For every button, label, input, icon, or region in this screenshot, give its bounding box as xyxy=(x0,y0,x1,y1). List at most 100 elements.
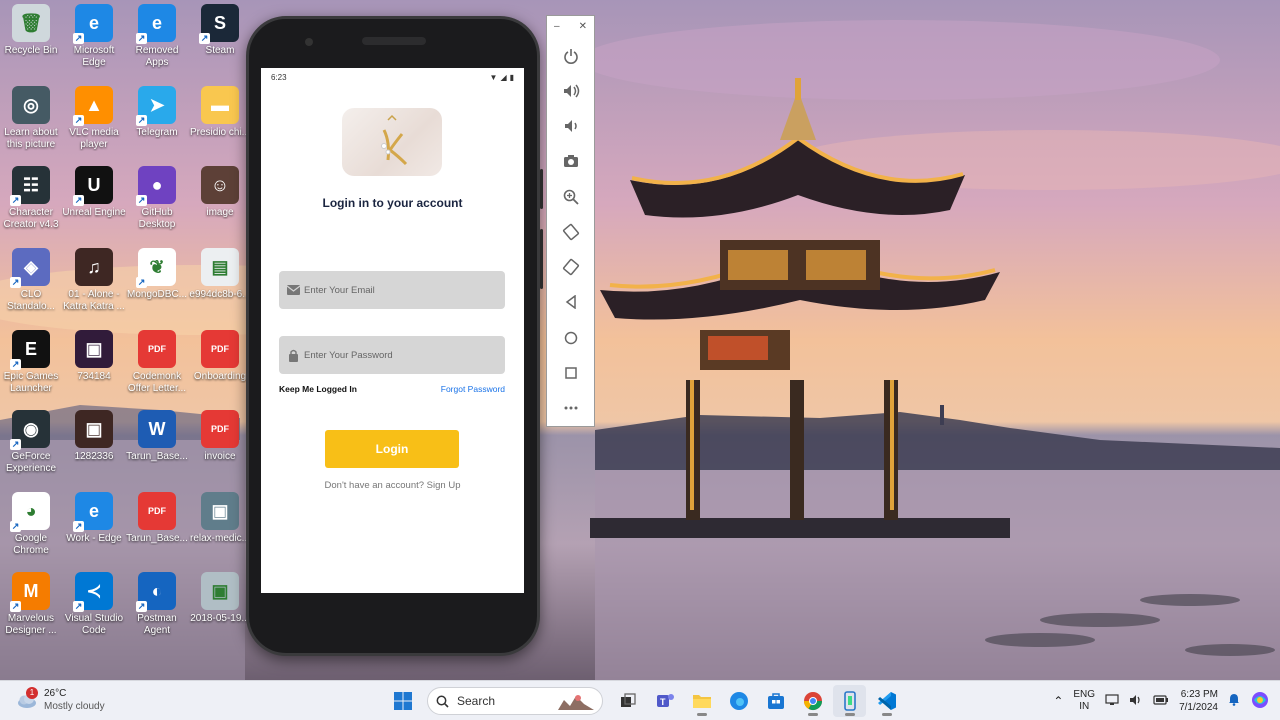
close-button[interactable]: ✕ xyxy=(579,21,587,32)
zoom-button[interactable] xyxy=(556,179,586,214)
network-icon[interactable] xyxy=(1105,693,1119,709)
chrome-button[interactable] xyxy=(796,685,829,717)
desktop-icon-label: Recycle Bin xyxy=(4,45,58,56)
desktop-icon[interactable]: ▬ Presidio chi... xyxy=(189,86,251,139)
desktop-icon[interactable]: PDF Codemonk Offer Letter... xyxy=(126,330,188,395)
desktop-icon[interactable]: ◉ ↗ GeForce Experience xyxy=(0,410,62,475)
desktop-icon[interactable]: ▤ e994dc8b-6... xyxy=(189,248,251,301)
wifi-icon: ▼ xyxy=(489,72,498,82)
desktop-icon[interactable]: PDF Tarun_Base... xyxy=(126,492,188,545)
desktop-icon[interactable]: ≺ ↗ Visual Studio Code xyxy=(63,572,125,637)
app-icon: 🗑 xyxy=(12,4,50,42)
signup-link[interactable]: Don't have an account? Sign Up xyxy=(261,480,524,491)
language-indicator[interactable]: ENG IN xyxy=(1073,689,1095,713)
forgot-password-link[interactable]: Forgot Password xyxy=(441,384,505,394)
desktop-icon[interactable]: PDF invoice xyxy=(189,410,251,463)
windows-taskbar: 1 26°C Mostly cloudy Search T ⌃ ENG IN 6… xyxy=(0,680,1280,720)
app-icon: ☷ ↗ xyxy=(10,166,50,206)
battery-tray-icon[interactable] xyxy=(1153,694,1169,708)
rotate-right-button[interactable] xyxy=(556,250,586,285)
desktop-icon-label: Unreal Engine xyxy=(62,207,126,218)
desktop-icon[interactable]: ♫ 01 - Alone - Katra Katra ... xyxy=(63,248,125,313)
desktop-icon-label: Telegram xyxy=(136,127,178,138)
screenshot-button[interactable] xyxy=(556,144,586,179)
desktop-icon-label: 01 - Alone - Katra Katra ... xyxy=(63,289,125,312)
edge-button[interactable] xyxy=(722,685,755,717)
login-button[interactable]: Login xyxy=(325,430,459,468)
desktop-icon[interactable]: ▣ relax-medic... xyxy=(189,492,251,545)
desktop-icon[interactable]: M ↗ Marvelous Designer ... xyxy=(0,572,62,637)
shortcut-arrow-icon: ↗ xyxy=(73,195,84,206)
desktop-icon[interactable]: PDF Onboarding xyxy=(189,330,251,383)
desktop-icon[interactable]: U ↗ Unreal Engine xyxy=(62,166,126,219)
minimize-button[interactable]: – xyxy=(554,21,560,32)
system-tray: ⌃ ENG IN 6:23 PM 7/1/2024 xyxy=(1053,681,1280,720)
desktop-icon-label: Visual Studio Code xyxy=(64,613,124,636)
clock[interactable]: 6:23 PM 7/1/2024 xyxy=(1179,688,1218,714)
desktop-icon[interactable]: e ↗ Work - Edge xyxy=(63,492,125,545)
desktop-icon-label: Tarun_Base... xyxy=(126,451,188,462)
desktop-icon[interactable]: ▣ 1282336 xyxy=(63,410,125,463)
desktop-icon[interactable]: ◈ ↗ CLO Standalo... xyxy=(0,248,62,313)
email-field[interactable] xyxy=(279,271,505,309)
edge-icon xyxy=(729,692,748,710)
desktop-icon[interactable]: e ↗ Microsoft Edge xyxy=(63,4,125,69)
desktop-icon[interactable]: e ↗ Removed Apps xyxy=(126,4,188,69)
task-view-button[interactable] xyxy=(611,685,644,717)
power-icon xyxy=(563,48,578,64)
desktop-icon[interactable]: ▣ 2018-05-19... xyxy=(189,572,251,625)
app-icon: ➤ ↗ xyxy=(136,86,176,126)
desktop-icon[interactable]: ❦ ↗ MongoDBC... xyxy=(126,248,188,301)
svg-text:T: T xyxy=(660,697,666,707)
android-emulator-button[interactable] xyxy=(833,685,866,717)
file-explorer-button[interactable] xyxy=(685,685,718,717)
email-input[interactable] xyxy=(304,284,494,296)
keep-logged-in-toggle[interactable]: Keep Me Logged In xyxy=(279,384,357,394)
home-button[interactable] xyxy=(556,320,586,355)
taskbar-search[interactable]: Search xyxy=(427,687,603,715)
start-button[interactable] xyxy=(386,685,419,717)
volume-down-icon xyxy=(564,120,577,133)
language-code: ENG xyxy=(1073,689,1096,700)
teams-button[interactable]: T xyxy=(648,685,681,717)
desktop-icon[interactable]: ☺ image xyxy=(189,166,251,219)
back-button[interactable] xyxy=(556,285,586,320)
shortcut-arrow-icon: ↗ xyxy=(73,601,84,612)
notification-bell-icon[interactable] xyxy=(1228,693,1240,709)
weather-widget[interactable]: 1 26°C Mostly cloudy xyxy=(16,687,105,713)
desktop-icon[interactable]: ◎ Learn about this picture xyxy=(0,86,62,151)
volume-up-button[interactable] xyxy=(556,73,586,108)
password-field[interactable] xyxy=(279,336,505,374)
speaker-icon[interactable] xyxy=(1129,694,1143,709)
shortcut-arrow-icon: ↗ xyxy=(136,195,147,206)
password-input[interactable] xyxy=(304,349,494,361)
more-button[interactable] xyxy=(556,391,586,426)
rotate-left-button[interactable] xyxy=(556,214,586,249)
copilot-icon[interactable] xyxy=(1250,690,1270,713)
desktop-icon[interactable]: S ↗ Steam xyxy=(189,4,251,57)
app-icon: ▬ xyxy=(201,86,239,124)
desktop-icon[interactable]: ◐ ↗ Postman Agent xyxy=(126,572,188,637)
desktop-icon[interactable]: E ↗ Epic Games Launcher xyxy=(0,330,62,395)
desktop-icon[interactable]: 🗑 Recycle Bin xyxy=(0,4,62,57)
desktop-icon[interactable]: ➤ ↗ Telegram xyxy=(126,86,188,139)
desktop-icon[interactable]: ◕ ↗ Google Chrome xyxy=(0,492,62,557)
volume-down-button[interactable] xyxy=(556,108,586,143)
chevron-up-icon[interactable]: ⌃ xyxy=(1053,694,1063,708)
desktop-icon[interactable]: ▣ 734184 xyxy=(63,330,125,383)
vscode-button[interactable] xyxy=(870,685,903,717)
desktop-icon[interactable]: ● ↗ GitHub Desktop xyxy=(126,166,188,231)
overview-button[interactable] xyxy=(556,355,586,390)
desktop-icon-label: GitHub Desktop xyxy=(138,207,176,230)
zoom-icon xyxy=(563,189,579,205)
desktop-icon-label: VLC media player xyxy=(69,127,119,150)
power-button[interactable] xyxy=(556,38,586,73)
app-icon: e ↗ xyxy=(73,492,113,532)
desktop-icon-label: Removed Apps xyxy=(135,45,179,68)
app-icon: S ↗ xyxy=(199,4,239,44)
desktop-icon[interactable]: ☷ ↗ Character Creator v4.3 xyxy=(0,166,62,231)
store-button[interactable] xyxy=(759,685,792,717)
shortcut-arrow-icon: ↗ xyxy=(10,439,21,450)
desktop-icon[interactable]: W Tarun_Base... xyxy=(126,410,188,463)
desktop-icon[interactable]: ▲ ↗ VLC media player xyxy=(63,86,125,151)
